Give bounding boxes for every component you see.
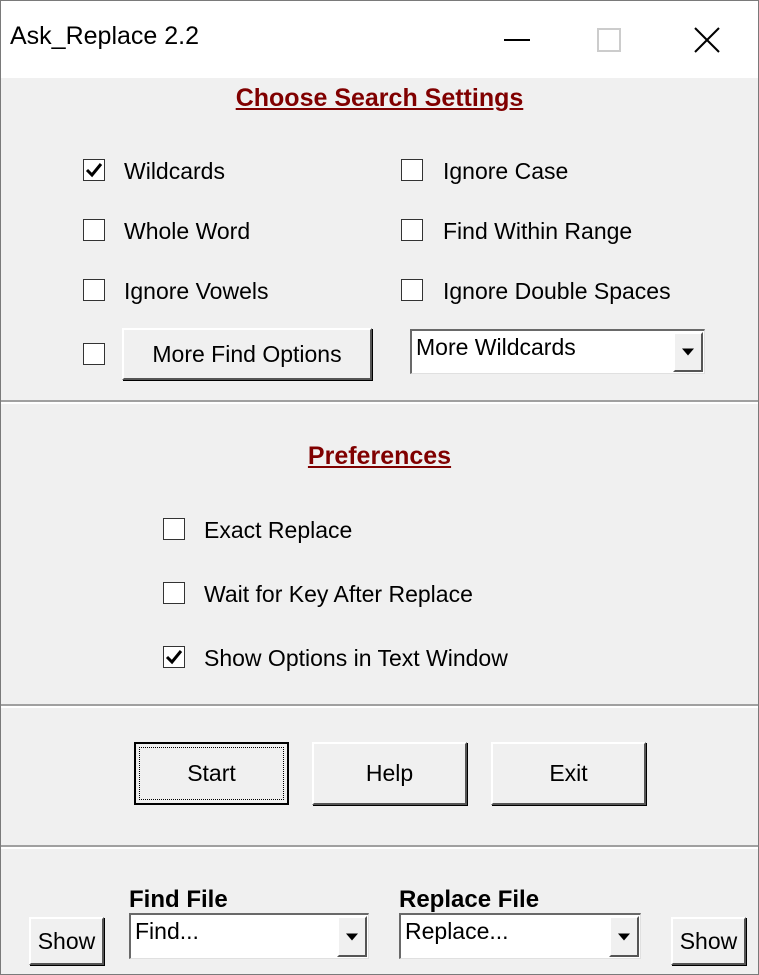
checkmark-icon [165, 650, 183, 665]
dropdown-arrow-icon [682, 348, 694, 356]
more-wildcards-dropdown-button[interactable] [673, 332, 703, 372]
more-find-options-checkbox[interactable] [83, 343, 105, 365]
show-find-file-button[interactable]: Show [29, 917, 104, 965]
separator-2 [1, 704, 758, 708]
window-title: Ask_Replace 2.2 [10, 22, 200, 50]
whole-word-label: Whole Word [124, 218, 251, 244]
wildcards-label: Wildcards [124, 158, 225, 184]
separator-3 [1, 845, 758, 849]
replace-file-select[interactable]: Replace... [399, 913, 641, 959]
ignore-case-checkbox[interactable] [401, 159, 423, 181]
close-icon [693, 26, 720, 53]
find-file-dropdown-button[interactable] [337, 916, 367, 957]
close-button[interactable] [655, 1, 758, 78]
title-bar[interactable]: Ask_Replace 2.2 [1, 1, 758, 78]
minimize-button[interactable] [471, 1, 563, 78]
minimize-icon [504, 38, 530, 41]
wait-for-key-checkbox[interactable] [163, 582, 185, 604]
ignore-double-spaces-label: Ignore Double Spaces [443, 278, 671, 304]
find-within-range-label: Find Within Range [443, 218, 633, 244]
exact-replace-label: Exact Replace [204, 517, 353, 543]
show-options-checkbox[interactable] [163, 646, 185, 668]
exit-button[interactable]: Exit [491, 742, 646, 805]
separator-1 [1, 400, 758, 404]
ignore-case-label: Ignore Case [443, 158, 569, 184]
focus-rectangle [139, 747, 284, 800]
replace-file-value: Replace... [405, 918, 509, 944]
help-button-label: Help [365, 760, 414, 786]
dropdown-arrow-icon [618, 933, 630, 940]
preferences-heading: Preferences [307, 442, 452, 470]
find-file-select[interactable]: Find... [129, 913, 369, 959]
checkmark-icon [85, 163, 103, 178]
wait-for-key-label: Wait for Key After Replace [204, 581, 473, 607]
ignore-vowels-checkbox[interactable] [83, 279, 105, 301]
exit-button-label: Exit [549, 760, 588, 786]
show-replace-file-button[interactable]: Show [671, 917, 746, 965]
whole-word-checkbox[interactable] [83, 219, 105, 241]
maximize-icon [597, 27, 621, 52]
exact-replace-checkbox[interactable] [163, 518, 185, 540]
search-settings-heading: Choose Search Settings [235, 84, 524, 112]
show-replace-file-label: Show [679, 927, 738, 954]
replace-file-dropdown-button[interactable] [609, 916, 639, 957]
maximize-button [563, 1, 655, 78]
more-wildcards-select[interactable]: More Wildcards [410, 329, 705, 374]
show-find-file-label: Show [37, 927, 96, 954]
wildcards-checkbox[interactable] [83, 159, 105, 181]
find-within-range-checkbox[interactable] [401, 219, 423, 241]
find-file-value: Find... [135, 918, 199, 944]
dropdown-arrow-icon [346, 933, 358, 940]
more-find-options-button[interactable]: More Find Options [122, 328, 372, 380]
ignore-vowels-label: Ignore Vowels [124, 278, 269, 304]
ask-replace-window: Ask_Replace 2.2 Choose Search Settings W… [0, 0, 759, 975]
find-file-label: Find File [129, 886, 228, 913]
show-options-label: Show Options in Text Window [204, 645, 508, 671]
help-button[interactable]: Help [312, 742, 467, 805]
more-find-options-button-label: More Find Options [152, 340, 342, 367]
more-wildcards-value: More Wildcards [416, 334, 576, 360]
start-button[interactable]: Start [134, 742, 289, 805]
replace-file-label: Replace File [399, 886, 540, 913]
ignore-double-spaces-checkbox[interactable] [401, 279, 423, 301]
